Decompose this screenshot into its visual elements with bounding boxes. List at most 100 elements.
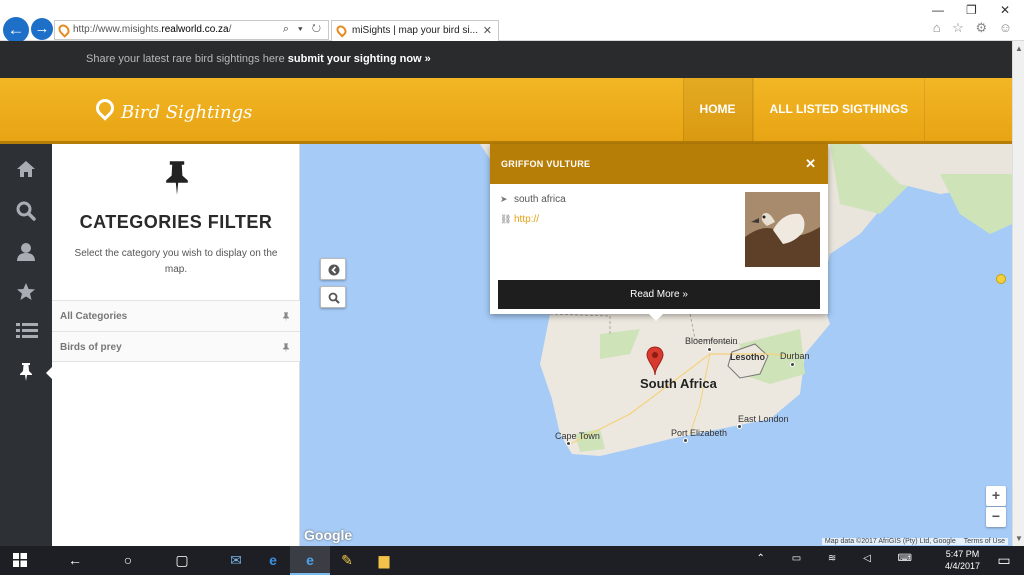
page-scrollbar[interactable]: ▲ ▼ — [1012, 41, 1024, 546]
tab-title: miSights | map your bird si... — [352, 25, 478, 36]
taskbar-app-edge[interactable]: e — [253, 546, 293, 575]
location-arrow-icon: ➤ — [500, 194, 508, 204]
panel-title: CATEGORIES FILTER — [79, 212, 273, 232]
taskbar-app-ie[interactable]: e — [290, 546, 330, 575]
cortana-button[interactable]: ○ — [108, 546, 148, 575]
taskbar-app-paint[interactable]: ✎ — [327, 546, 367, 575]
windows-taskbar: ← ○ ▢ ✉ e e ✎ ▆ ⌃ ▭ ≋ ◁ ⌨ 5:47 PM 4/4/20… — [0, 546, 1024, 575]
city-dot — [683, 438, 688, 443]
pushpin-icon — [283, 312, 289, 322]
scroll-down-icon[interactable]: ▼ — [1015, 534, 1023, 543]
task-view-button[interactable]: ▢ — [162, 546, 202, 575]
restore-icon[interactable]: ❐ — [966, 3, 977, 17]
paint-icon: ✎ — [341, 552, 353, 568]
start-button[interactable] — [0, 546, 40, 575]
internet-explorer-icon: e — [306, 552, 314, 568]
action-center-button[interactable]: ▭ — [984, 546, 1024, 575]
tab-close-icon[interactable]: ✕ — [483, 24, 492, 37]
info-window-header: GRIFFON VULTURE ✕ — [490, 144, 828, 184]
bird-photo — [745, 192, 820, 267]
search-icon — [16, 201, 36, 221]
forward-button[interactable]: → — [31, 18, 53, 40]
categories-filter-panel: CATEGORIES FILTER Select the category yo… — [52, 144, 300, 546]
minimize-icon[interactable]: — — [932, 3, 944, 17]
info-window-tail — [649, 314, 663, 321]
back-arrow-icon: ← — [7, 20, 25, 39]
rail-search[interactable] — [0, 191, 52, 231]
forward-arrow-icon: → — [34, 20, 50, 37]
city-dot — [707, 347, 712, 352]
rail-categories[interactable] — [0, 352, 52, 392]
zoom-out-button[interactable]: − — [986, 507, 1006, 527]
taskbar-back-button[interactable]: ← — [55, 546, 95, 575]
icon-sidebar — [0, 144, 52, 546]
pushpin-icon — [20, 363, 32, 381]
rail-favorites[interactable] — [0, 272, 52, 312]
system-tray-icons[interactable]: ⌃ ▭ ≋ ◁ ⌨ — [757, 553, 924, 564]
site-favicon-icon — [56, 22, 72, 38]
task-view-icon: ▢ — [175, 552, 189, 568]
place-bloemfontein: Bloemfontein — [685, 336, 738, 346]
edge-icon: e — [269, 552, 277, 568]
vulture-image — [745, 192, 820, 267]
taskbar-app-mail[interactable]: ✉ — [216, 546, 256, 575]
address-url: http://www.misights.realworld.co.za/ — [73, 24, 232, 35]
place-east-london: East London — [738, 414, 789, 424]
panel-description: Select the category you wish to display … — [74, 248, 278, 275]
google-logo: Google — [304, 527, 353, 543]
category-label: All Categories — [60, 311, 128, 322]
close-icon[interactable]: ✕ — [805, 156, 816, 172]
sighting-url-link[interactable]: http:// — [514, 214, 539, 225]
announcement: Share your latest rare bird sightings he… — [86, 53, 431, 65]
star-icon — [17, 283, 35, 300]
cortana-circle-icon: ○ — [123, 552, 133, 568]
submit-sighting-link[interactable]: submit your sighting now » — [288, 53, 431, 65]
sighting-location: ➤ south africa — [500, 194, 566, 205]
map-marker-icon[interactable] — [646, 346, 664, 376]
place-lesotho: Lesotho — [730, 352, 765, 362]
close-window-icon[interactable]: ✕ — [1000, 3, 1010, 17]
read-more-button[interactable]: Read More » — [498, 280, 820, 309]
tab-favicon-icon — [334, 23, 349, 38]
place-durban: Durban — [780, 351, 810, 361]
back-arrow-icon: ← — [68, 552, 82, 568]
main-menu: HOME ALL LISTED SIGTHINGS — [682, 78, 925, 141]
category-birds-of-prey[interactable]: Birds of prey — [52, 331, 300, 362]
notifications-icon: ▭ — [997, 552, 1011, 568]
map-back-button[interactable] — [320, 258, 346, 280]
taskbar-clock[interactable]: 5:47 PM 4/4/2017 — [945, 548, 980, 572]
browser-toolbar-icons[interactable]: ⌂ ☆ ⚙ ☺ — [933, 20, 1016, 36]
user-icon — [17, 243, 35, 261]
taskbar-app-explorer[interactable]: ▆ — [364, 546, 404, 575]
smiley-icon — [996, 274, 1006, 284]
mail-app-icon: ✉ — [230, 552, 242, 568]
zoom-in-button[interactable]: + — [986, 486, 1006, 506]
address-bar[interactable]: http://www.misights.realworld.co.za/ ⌕ ▾… — [54, 20, 329, 40]
search-icon — [328, 292, 340, 304]
site-logo[interactable]: Bird Sightings — [121, 102, 252, 123]
map-attribution: Map data ©2017 AfriGIS (Pty) Ltd, Google… — [821, 538, 1008, 545]
menu-item-home[interactable]: HOME — [682, 78, 753, 141]
rail-list[interactable] — [0, 312, 52, 352]
city-dot — [566, 441, 571, 446]
folder-icon: ▆ — [378, 552, 390, 568]
top-announcement-bar: Share your latest rare bird sightings he… — [0, 41, 1012, 78]
address-search-refresh-icons[interactable]: ⌕ ▾ ↻ — [283, 23, 324, 36]
category-all[interactable]: All Categories — [52, 300, 300, 331]
pushpin-icon — [283, 343, 289, 353]
rail-home[interactable] — [0, 150, 52, 190]
browser-tab[interactable]: miSights | map your bird si... ✕ — [331, 20, 499, 41]
site-header: Bird Sightings HOME ALL LISTED SIGTHINGS — [0, 78, 1012, 144]
pushpin-icon — [166, 161, 188, 195]
menu-item-all-listed[interactable]: ALL LISTED SIGTHINGS — [752, 78, 925, 141]
windows-logo-icon — [13, 553, 27, 567]
place-port-elizabeth: Port Elizabeth — [671, 428, 728, 438]
terms-of-use-link[interactable]: Terms of Use — [964, 538, 1005, 545]
back-button[interactable]: ← — [3, 17, 29, 43]
place-cape-town: Cape Town — [555, 431, 600, 441]
scroll-up-icon[interactable]: ▲ — [1015, 44, 1023, 53]
link-icon: ⛓ — [500, 214, 512, 224]
rail-user[interactable] — [0, 232, 52, 272]
map-search-button[interactable] — [320, 286, 346, 308]
sighting-info-window: GRIFFON VULTURE ✕ ➤ south africa ⛓ http://… — [490, 144, 828, 321]
